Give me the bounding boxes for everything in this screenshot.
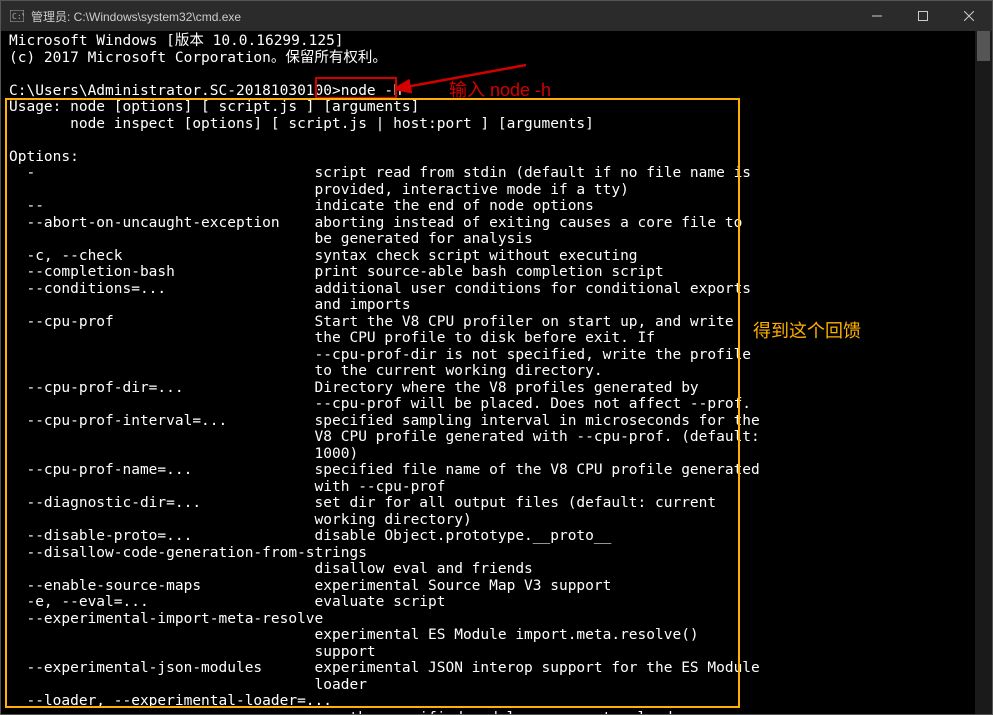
titlebar[interactable]: C:\ 管理员: C:\Windows\system32\cmd.exe: [1, 1, 992, 31]
close-button[interactable]: [946, 1, 992, 31]
minimize-button[interactable]: [854, 1, 900, 31]
svg-text:C:\: C:\: [12, 12, 24, 21]
cmd-icon: C:\: [9, 8, 25, 24]
maximize-button[interactable]: [900, 1, 946, 31]
terminal-output[interactable]: Microsoft Windows [版本 10.0.16299.125] (c…: [1, 31, 992, 714]
window-title: 管理员: C:\Windows\system32\cmd.exe: [31, 8, 854, 25]
scroll-thumb[interactable]: [977, 31, 990, 61]
cmd-window: C:\ 管理员: C:\Windows\system32\cmd.exe Mic…: [0, 0, 993, 715]
window-controls: [854, 1, 992, 31]
scrollbar[interactable]: [975, 31, 992, 714]
